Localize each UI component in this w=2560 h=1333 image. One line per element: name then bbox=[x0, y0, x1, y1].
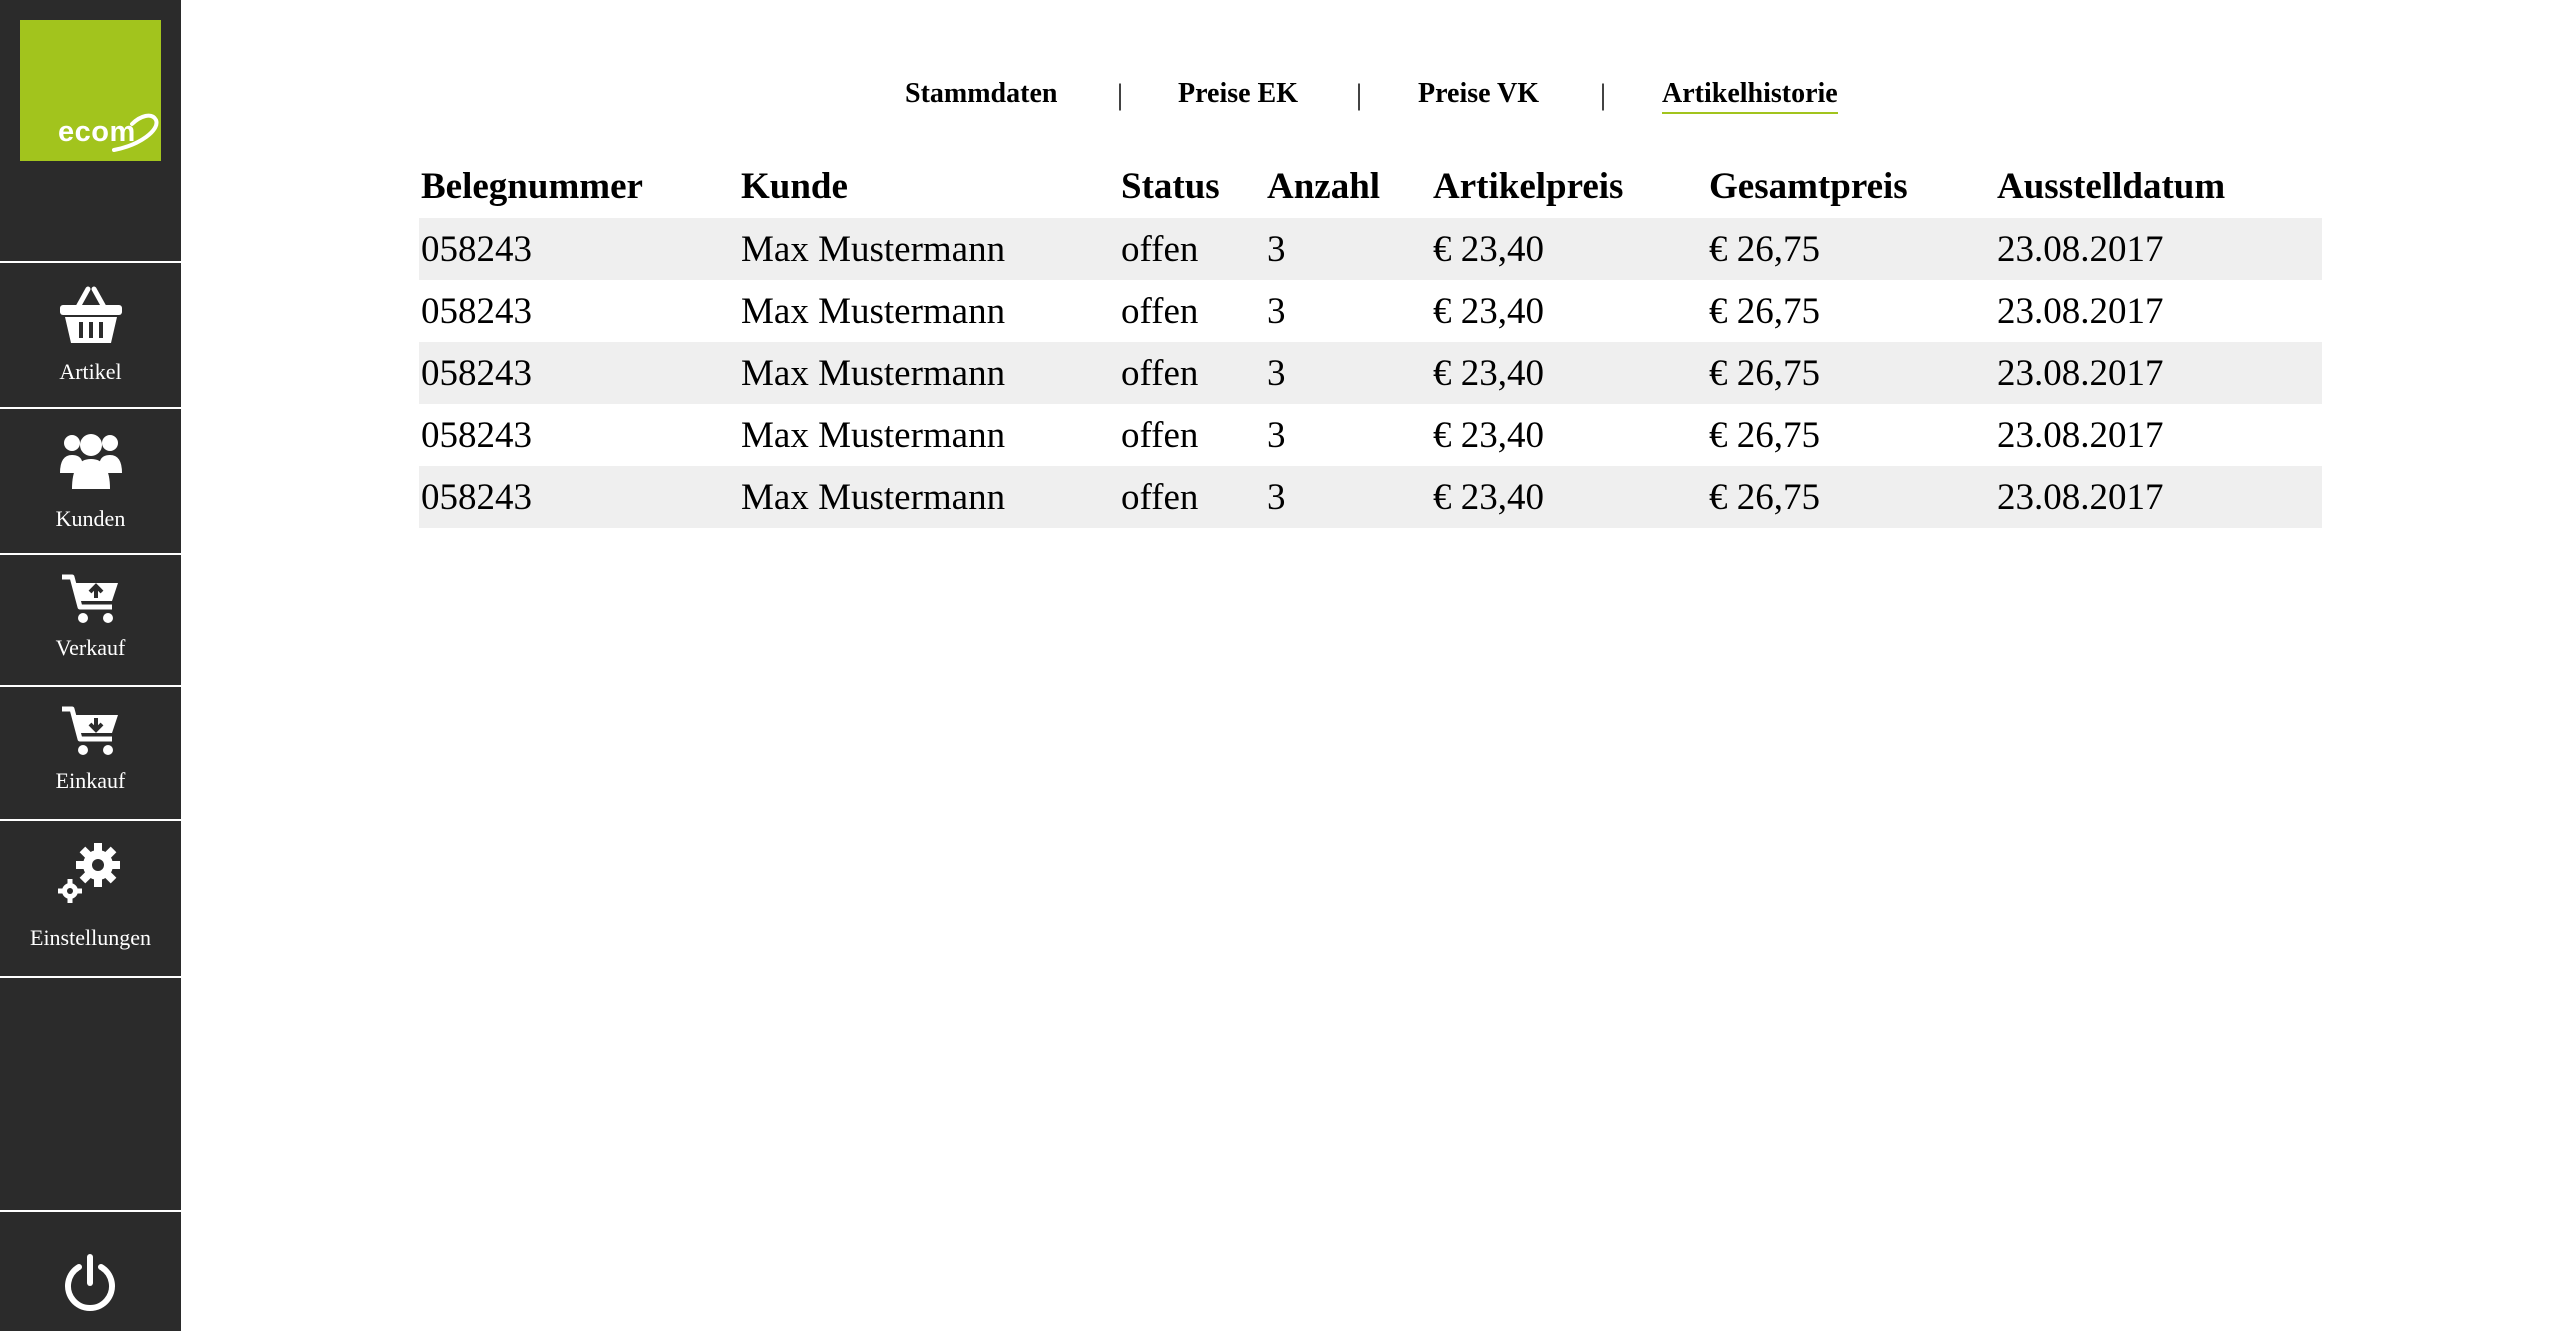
cell-kunde: Max Mustermann bbox=[741, 290, 1006, 332]
cell-artikelpreis: € 23,40 bbox=[1431, 218, 1707, 280]
gears-icon bbox=[0, 841, 181, 907]
sidebar-item-label: Kunden bbox=[55, 506, 126, 531]
cell-belegnummer: 058243 bbox=[421, 414, 532, 456]
cell-anzahl: 3 bbox=[1265, 218, 1431, 280]
cell-gesamtpreis: € 26,75 bbox=[1709, 290, 1820, 332]
tab-artikelhistorie[interactable]: Artikelhistorie bbox=[1662, 78, 1838, 114]
tab-separator: | bbox=[1356, 78, 1363, 111]
cell-belegnummer: 058243 bbox=[421, 290, 532, 332]
cell-anzahl: 3 bbox=[1265, 466, 1431, 528]
tab-bar: Stammdaten | Preise EK | Preise VK | Art… bbox=[0, 78, 2560, 122]
table-row[interactable]: 058243 Max Mustermann offen 3 € 23,40 € … bbox=[419, 218, 2322, 280]
cell-status: offen bbox=[1121, 290, 1199, 332]
sidebar-item-kunden[interactable]: Kunden bbox=[0, 407, 181, 555]
cell-ausstelldatum: 23.08.2017 bbox=[1995, 342, 2322, 404]
cell-ausstelldatum: 23.08.2017 bbox=[1995, 218, 2322, 280]
table-row[interactable]: 058243 Max Mustermann offen 3 € 23,40 € … bbox=[419, 404, 2322, 466]
users-icon bbox=[0, 429, 181, 491]
cart-download-icon bbox=[0, 705, 181, 757]
cell-anzahl: 3 bbox=[1265, 342, 1431, 404]
tab-preise-ek[interactable]: Preise EK bbox=[1178, 78, 1298, 110]
cell-gesamtpreis: € 26,75 bbox=[1707, 218, 1995, 280]
cell-artikelpreis: € 23,40 bbox=[1433, 414, 1544, 456]
cell-artikelpreis: € 23,40 bbox=[1431, 342, 1707, 404]
table-row[interactable]: 058243 Max Mustermann offen 3 € 23,40 € … bbox=[419, 342, 2322, 404]
sidebar: ecom Artikel Kunden Verkauf Einkauf Eins… bbox=[0, 0, 181, 1331]
column-header-status[interactable]: Status bbox=[1119, 155, 1265, 218]
cell-kunde: Max Mustermann bbox=[739, 218, 1119, 280]
cart-upload-icon bbox=[0, 573, 181, 625]
cell-status: offen bbox=[1121, 414, 1199, 456]
sidebar-item-einstellungen[interactable]: Einstellungen bbox=[0, 819, 181, 978]
sidebar-item-einkauf[interactable]: Einkauf bbox=[0, 685, 181, 821]
tab-stammdaten[interactable]: Stammdaten bbox=[905, 78, 1057, 110]
cell-anzahl: 3 bbox=[1267, 290, 1286, 332]
cell-ausstelldatum: 23.08.2017 bbox=[1997, 290, 2164, 332]
cell-artikelpreis: € 23,40 bbox=[1433, 290, 1544, 332]
cell-status: offen bbox=[1119, 342, 1265, 404]
column-header-ausstelldatum[interactable]: Ausstelldatum bbox=[1995, 155, 2322, 218]
cell-gesamtpreis: € 26,75 bbox=[1707, 342, 1995, 404]
column-header-kunde[interactable]: Kunde bbox=[739, 155, 1119, 218]
cell-belegnummer: 058243 bbox=[419, 466, 739, 528]
column-header-artikelpreis[interactable]: Artikelpreis bbox=[1431, 155, 1707, 218]
column-header-gesamtpreis[interactable]: Gesamtpreis bbox=[1707, 155, 1995, 218]
cell-status: offen bbox=[1119, 466, 1265, 528]
cell-kunde: Max Mustermann bbox=[739, 466, 1119, 528]
cell-status: offen bbox=[1119, 218, 1265, 280]
cell-artikelpreis: € 23,40 bbox=[1431, 466, 1707, 528]
history-table: Belegnummer Kunde Status Anzahl Artikelp… bbox=[419, 155, 2322, 528]
cell-anzahl: 3 bbox=[1267, 414, 1286, 456]
cell-kunde: Max Mustermann bbox=[741, 414, 1006, 456]
tab-preise-vk[interactable]: Preise VK bbox=[1418, 78, 1539, 110]
tab-separator: | bbox=[1117, 78, 1124, 111]
table-row[interactable]: 058243 Max Mustermann offen 3 € 23,40 € … bbox=[419, 280, 2322, 342]
cell-kunde: Max Mustermann bbox=[739, 342, 1119, 404]
column-header-belegnummer[interactable]: Belegnummer bbox=[419, 155, 739, 218]
power-icon[interactable] bbox=[60, 1253, 120, 1313]
sidebar-item-label: Einstellungen bbox=[30, 925, 151, 950]
sidebar-item-label: Verkauf bbox=[55, 635, 126, 660]
sidebar-item-label: Artikel bbox=[59, 359, 122, 384]
cell-gesamtpreis: € 26,75 bbox=[1709, 414, 1820, 456]
table-header-row: Belegnummer Kunde Status Anzahl Artikelp… bbox=[419, 155, 2322, 218]
column-header-anzahl[interactable]: Anzahl bbox=[1265, 155, 1431, 218]
cell-ausstelldatum: 23.08.2017 bbox=[1995, 466, 2322, 528]
sidebar-item-label: Einkauf bbox=[55, 768, 126, 793]
sidebar-item-verkauf[interactable]: Verkauf bbox=[0, 553, 181, 687]
cell-ausstelldatum: 23.08.2017 bbox=[1997, 414, 2164, 456]
basket-icon bbox=[0, 285, 181, 345]
tab-separator: | bbox=[1600, 78, 1607, 111]
cell-gesamtpreis: € 26,75 bbox=[1707, 466, 1995, 528]
cell-belegnummer: 058243 bbox=[419, 218, 739, 280]
cell-belegnummer: 058243 bbox=[419, 342, 739, 404]
sidebar-item-artikel[interactable]: Artikel bbox=[0, 261, 181, 409]
table-row[interactable]: 058243 Max Mustermann offen 3 € 23,40 € … bbox=[419, 466, 2322, 528]
